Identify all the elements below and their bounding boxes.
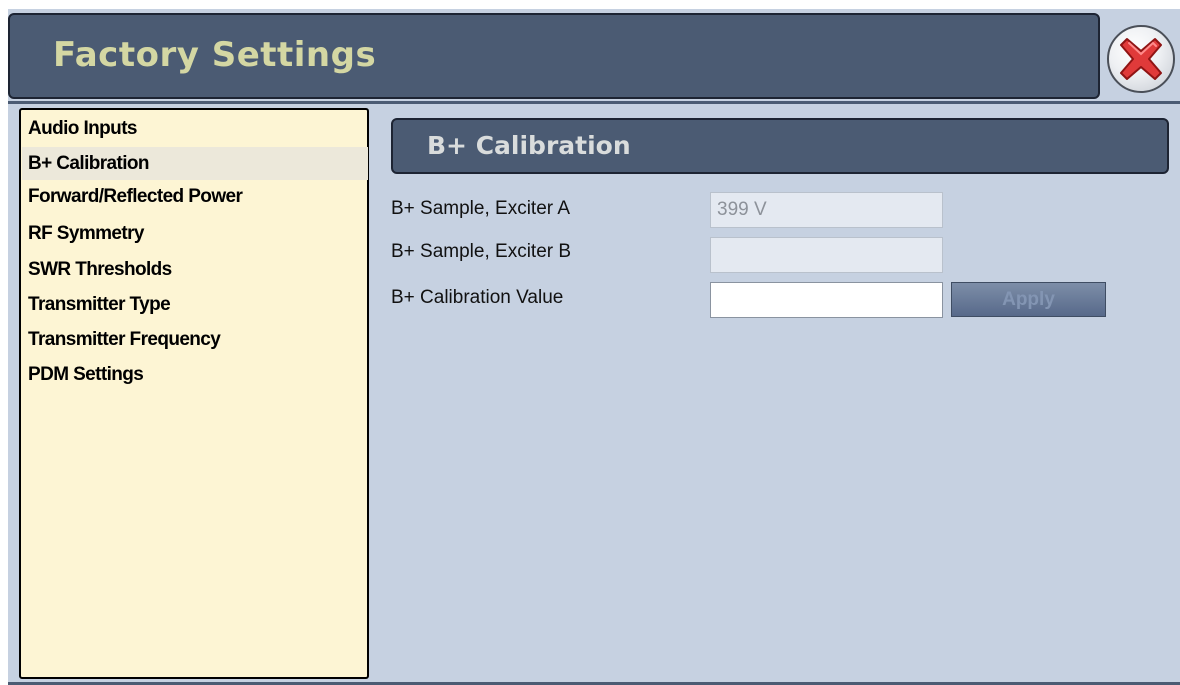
menu-item-pdm-settings[interactable]: PDM Settings — [22, 358, 368, 391]
close-x-icon — [1120, 38, 1162, 80]
exciter-a-label: B+ Sample, Exciter A — [391, 198, 570, 219]
menu-item-rf-symmetry[interactable]: RF Symmetry — [22, 217, 368, 250]
menu-item-b-plus-calibration[interactable]: B+ Calibration — [22, 147, 368, 180]
close-button[interactable] — [1107, 25, 1175, 93]
menu-item-transmitter-frequency[interactable]: Transmitter Frequency — [22, 323, 368, 356]
calibration-value-label: B+ Calibration Value — [391, 287, 564, 308]
title-bar: Factory Settings — [8, 13, 1100, 99]
settings-menu: Audio Inputs B+ Calibration Forward/Refl… — [19, 108, 369, 679]
menu-item-swr-thresholds[interactable]: SWR Thresholds — [22, 253, 368, 286]
page-title: Factory Settings — [53, 35, 377, 75]
apply-button[interactable]: Apply — [951, 282, 1106, 317]
exciter-b-label: B+ Sample, Exciter B — [391, 241, 572, 262]
factory-settings-screen: Factory Settings Audio Inputs B+ Calibra… — [0, 0, 1180, 685]
header-divider — [8, 101, 1180, 104]
menu-item-transmitter-type[interactable]: Transmitter Type — [22, 288, 368, 321]
section-title: B+ Calibration — [427, 131, 631, 160]
menu-item-audio-inputs[interactable]: Audio Inputs — [22, 112, 368, 145]
top-edge — [0, 0, 1180, 9]
calibration-value-input[interactable] — [710, 282, 943, 318]
section-header: B+ Calibration — [391, 118, 1169, 174]
menu-item-forward-reflected-power[interactable]: Forward/Reflected Power — [22, 180, 368, 213]
left-edge — [0, 0, 8, 685]
exciter-a-field — [710, 192, 943, 228]
exciter-b-field — [710, 237, 943, 273]
